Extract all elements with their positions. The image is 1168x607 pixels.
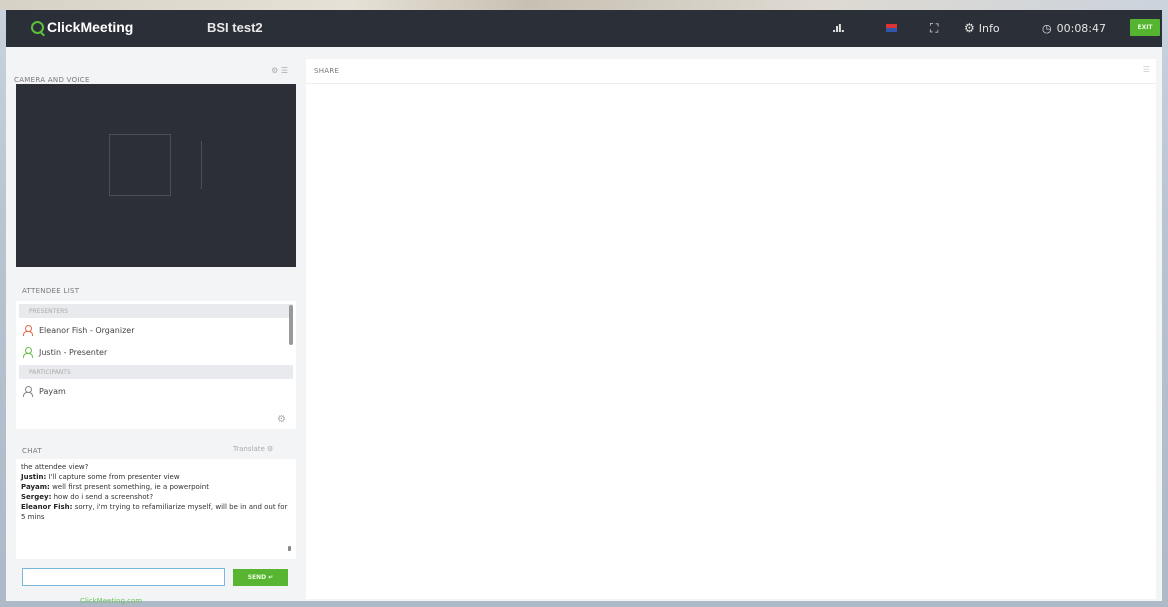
chat-message: Justin: I'll capture some from presenter… <box>21 473 180 481</box>
share-divider <box>306 83 1156 84</box>
clock-icon: ◷ <box>1042 21 1052 35</box>
camera-view <box>16 84 296 267</box>
chat-message: Sergey: how do i send a screenshot? <box>21 493 154 501</box>
share-menu-icon[interactable]: ☰ <box>1143 65 1150 74</box>
attendee-user-icon <box>23 385 33 397</box>
window-top-strip <box>0 0 1168 10</box>
attendee-name: Eleanor Fish - Organizer <box>39 325 135 335</box>
group-label: PARTICIPANTS <box>29 368 71 376</box>
logo-text: ClickMeeting <box>47 19 134 35</box>
camera-panel-title: CAMERA AND VOICE <box>14 76 90 84</box>
group-header-presenters[interactable]: PRESENTERS <box>19 304 293 318</box>
chat-messages: the attendee view? Justin: I'll capture … <box>16 459 296 559</box>
footer-link[interactable]: ClickMeeting.com <box>80 597 142 605</box>
logo-mark-icon <box>31 20 44 34</box>
share-title: SHARE <box>314 67 340 75</box>
chat-message: Payam: well first present something, ie … <box>21 483 209 491</box>
chat-message: Eleanor Fish: sorry, i'm trying to refam… <box>21 503 288 521</box>
exit-button[interactable]: EXIT <box>1130 19 1160 36</box>
group-label: PRESENTERS <box>29 307 69 315</box>
attendee-scrollbar[interactable] <box>289 305 293 345</box>
share-panel: SHARE ☰ <box>306 59 1156 599</box>
organizer-user-icon <box>23 324 33 336</box>
attendee-row[interactable]: Payam <box>16 381 296 401</box>
camera-lens-icon <box>169 141 202 189</box>
info-button[interactable]: ⚙ Info <box>964 18 1000 38</box>
main-area: CAMERA AND VOICE ⚙ ☰ ATTENDEE LIST PRESE… <box>6 47 1162 605</box>
timer-value: 00:08:47 <box>1056 21 1107 35</box>
camera-off-icon <box>109 134 171 196</box>
send-button[interactable]: SEND ↵ <box>233 569 288 586</box>
info-label: Info <box>978 21 1000 35</box>
attendee-list: PRESENTERS Eleanor Fish - Organizer Just… <box>16 301 296 429</box>
fullscreen-icon[interactable]: ⛶ <box>930 18 938 38</box>
chat-message: the attendee view? <box>21 463 89 471</box>
attendee-settings-gear-icon[interactable]: ⚙ <box>277 414 286 425</box>
logo: ClickMeeting <box>31 19 133 35</box>
attendee-row[interactable]: Eleanor Fish - Organizer <box>16 320 296 340</box>
chat-title: CHAT <box>22 447 42 455</box>
camera-panel-controls[interactable]: ⚙ ☰ <box>271 66 288 75</box>
translate-label: Translate <box>233 445 265 453</box>
flag-icon[interactable] <box>886 18 897 38</box>
group-header-participants[interactable]: PARTICIPANTS <box>19 365 293 379</box>
send-label: SEND <box>247 574 267 581</box>
attendee-row[interactable]: Justin - Presenter <box>16 342 296 362</box>
meeting-timer: ◷ 00:08:47 <box>1042 18 1106 38</box>
top-bar: ClickMeeting BSI test2 .ıl. ⛶ ⚙ Info ◷ 0… <box>6 10 1162 47</box>
gear-icon: ⚙ <box>964 21 975 35</box>
chat-translate[interactable]: Translate ⚙ <box>233 445 273 453</box>
signal-strength-icon[interactable]: .ıl. <box>832 18 845 38</box>
presenter-user-icon <box>23 346 33 358</box>
attendee-name: Justin - Presenter <box>39 347 108 357</box>
chat-scrollbar[interactable] <box>288 546 291 551</box>
attendee-name: Payam <box>39 386 66 396</box>
chat-input[interactable] <box>22 568 225 586</box>
meeting-title: BSI test2 <box>207 20 263 35</box>
attendee-list-title: ATTENDEE LIST <box>22 287 80 295</box>
